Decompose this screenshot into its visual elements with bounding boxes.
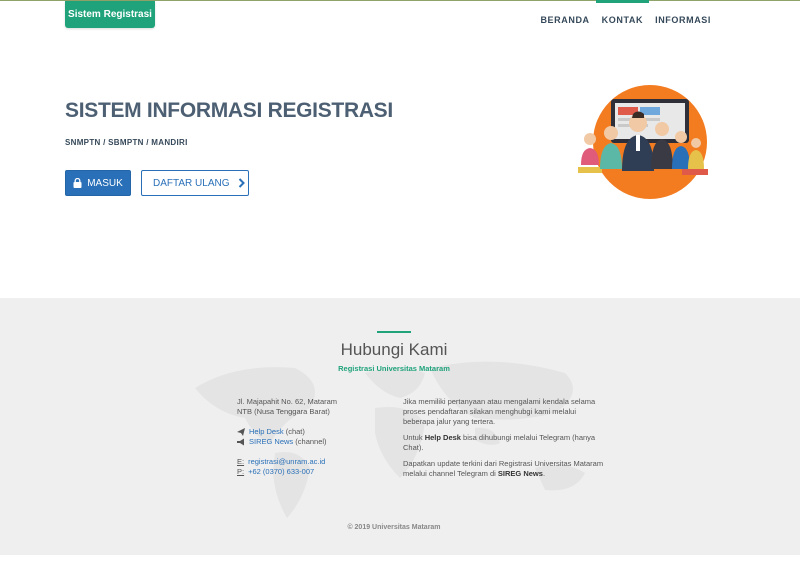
helpdesk-suffix: (chat) — [285, 427, 305, 436]
sireg-news-link[interactable]: SIREG News — [249, 437, 293, 447]
reregister-button-label: DAFTAR ULANG — [153, 177, 230, 189]
contact-subtitle: Registrasi Universitas Mataram — [338, 364, 450, 373]
email-label: E: — [237, 457, 245, 466]
contact-details: Jl. Majapahit No. 62, Mataram NTB (Nusa … — [237, 397, 377, 477]
nav-item-informasi[interactable]: INFORMASI — [649, 0, 717, 40]
nav-item-beranda[interactable]: BERANDA — [534, 0, 595, 40]
reregister-button[interactable]: DAFTAR ULANG — [141, 170, 249, 196]
phone-link[interactable]: +62 (0370) 633-007 — [248, 467, 314, 477]
nav-item-kontak[interactable]: KONTAK — [595, 0, 650, 40]
contact-info-text: Jika memiliki pertanyaan atau mengalami … — [403, 397, 608, 485]
brand-logo-button[interactable]: Sistem Registrasi — [65, 1, 155, 28]
people-group-illustration — [578, 85, 708, 199]
lock-icon — [73, 178, 82, 188]
hero-title: SISTEM INFORMASI REGISTRASI — [65, 99, 393, 122]
main-nav: BERANDA KONTAK INFORMASI — [534, 0, 717, 40]
email-link[interactable]: registrasi@unram.ac.id — [248, 457, 325, 467]
info-paragraph-2: Untuk Help Desk bisa dihubungi melalui T… — [403, 433, 596, 452]
address-line-2: NTB (Nusa Tenggara Barat) — [237, 407, 330, 416]
address-line-1: Jl. Majapahit No. 62, Mataram — [237, 397, 338, 406]
info-paragraph-1: Jika memiliki pertanyaan atau mengalami … — [403, 397, 596, 426]
contact-footer: Hubungi Kami Registrasi Universitas Mata… — [0, 298, 800, 555]
contact-title: Hubungi Kami — [340, 340, 448, 359]
chevron-right-icon — [238, 178, 245, 188]
copyright: © 2019 Universitas Mataram — [347, 524, 441, 531]
hero-subtitle: SNMPTN / SBMPTN / MANDIRI — [65, 138, 188, 147]
phone-label: P: — [237, 467, 245, 476]
helpdesk-link[interactable]: Help Desk — [249, 427, 284, 437]
info-paragraph-3: Dapatkan update terkini dari Registrasi … — [403, 459, 604, 478]
heading-accent-line — [377, 331, 411, 333]
megaphone-icon — [237, 438, 244, 446]
news-suffix: (channel) — [295, 437, 327, 446]
login-button-label: MASUK — [87, 177, 123, 189]
login-button[interactable]: MASUK — [65, 170, 131, 196]
paper-plane-icon — [237, 428, 245, 436]
